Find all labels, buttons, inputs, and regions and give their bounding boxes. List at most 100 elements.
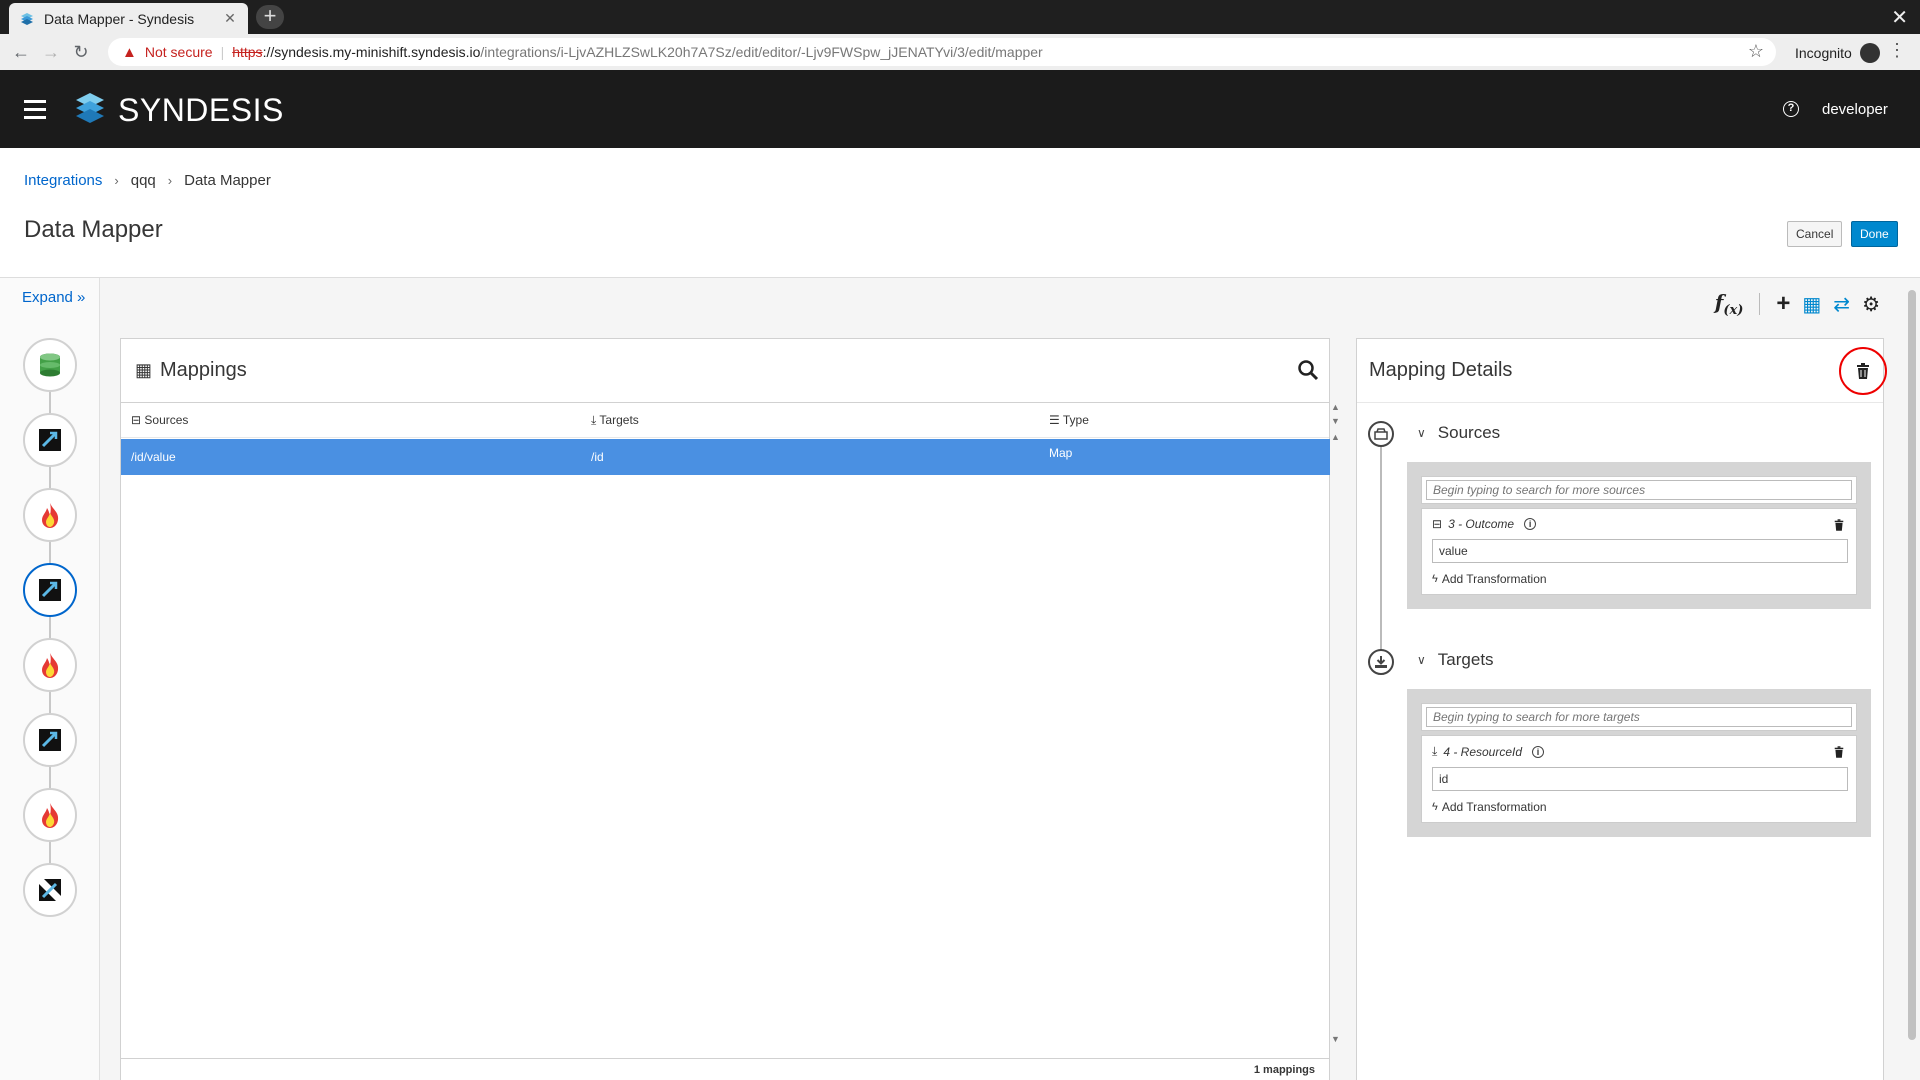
forward-icon[interactable]: →	[36, 42, 66, 63]
trash-icon[interactable]	[1834, 746, 1844, 758]
target-field-label: 4 - ResourceId	[1443, 744, 1523, 759]
settings-gear-icon[interactable]: ⚙	[1862, 292, 1880, 317]
step-fhir-2[interactable]	[23, 638, 77, 692]
fire-icon	[42, 653, 59, 678]
scroll-up-icon[interactable]: ▲	[1331, 402, 1340, 412]
done-button[interactable]: Done	[1851, 221, 1898, 247]
info-icon[interactable]: i	[1524, 518, 1537, 530]
source-field-name: ⊟ 3 - Outcome i	[1432, 517, 1846, 531]
breadcrumb-chevron-icon: ›	[167, 173, 173, 188]
user-menu[interactable]: developer	[1822, 101, 1888, 118]
hamburger-menu-icon[interactable]	[24, 100, 46, 124]
app-header: SYNDESIS ? developer	[0, 70, 1920, 148]
add-mapping-icon[interactable]: +	[1776, 290, 1790, 318]
add-transformation-link[interactable]: ϟ Add Transformation	[1432, 572, 1846, 586]
bookmark-star-icon[interactable]: ☆	[1748, 41, 1764, 62]
mappings-count: 1 mappings	[121, 1058, 1329, 1080]
mappings-table: ⊟ Sources ⤓ Targets ☰ Type /id/value /id…	[121, 402, 1330, 475]
targets-search-input[interactable]	[1426, 707, 1852, 727]
step-data-mapper-2[interactable]	[23, 713, 77, 767]
target-field-value[interactable]: id	[1432, 767, 1848, 791]
column-targets[interactable]: ⤓ Targets	[591, 413, 639, 428]
mapping-details-panel: Mapping Details ∨ Sources ⊟	[1356, 338, 1887, 1080]
info-icon[interactable]: i	[1532, 745, 1545, 758]
window-close-icon[interactable]: ✕	[1891, 5, 1908, 30]
step-data-mapper-end[interactable]	[23, 863, 77, 917]
step-data-mapper-current[interactable]	[23, 563, 77, 617]
targets-section-label: Targets	[1437, 650, 1494, 669]
url-divider: |	[220, 44, 225, 60]
sources-section-header[interactable]: ∨ Sources	[1417, 423, 1500, 443]
expand-label: Expand	[22, 289, 73, 306]
tab-title: Data Mapper - Syndesis	[44, 10, 195, 27]
url-bar[interactable]: ▲ Not secure | https ://syndesis.my-mini…	[108, 38, 1776, 66]
table-grid-icon: ▦	[135, 360, 153, 380]
back-icon[interactable]: ←	[6, 42, 36, 63]
integration-steps-rail: Expand »	[0, 278, 100, 1080]
column-targets-label: Targets	[599, 413, 639, 427]
url-host: ://syndesis.my-minishift.syndesis.io	[262, 44, 481, 60]
bolt-icon: ϟ	[1432, 801, 1438, 813]
source-field-label: 3 - Outcome	[1448, 517, 1515, 531]
column-sources-label: Sources	[144, 413, 189, 427]
add-transformation-link[interactable]: ϟ Add Transformation	[1432, 800, 1846, 814]
source-field-icon: ⊟	[1432, 517, 1443, 531]
sources-col-icon: ⊟	[131, 413, 145, 427]
table-view-icon[interactable]: ▦	[1802, 292, 1821, 317]
browser-menu-icon[interactable]: ⋮	[1888, 40, 1906, 61]
trash-icon[interactable]	[1834, 519, 1844, 531]
details-timeline	[1380, 431, 1382, 661]
chevron-down-icon: ∨	[1417, 653, 1426, 667]
syndesis-favicon-icon	[21, 12, 33, 25]
bolt-icon: ϟ	[1432, 573, 1438, 585]
tab-close-icon[interactable]: ✕	[222, 10, 238, 27]
breadcrumb-integrations[interactable]: Integrations	[24, 172, 102, 189]
page-scrollbar[interactable]	[1906, 280, 1916, 1080]
targets-node-icon	[1368, 649, 1394, 675]
breadcrumb-current: Data Mapper	[184, 172, 271, 189]
mappings-table-header: ⊟ Sources ⤓ Targets ☰ Type	[121, 403, 1329, 438]
browser-tab[interactable]: Data Mapper - Syndesis ✕	[9, 3, 248, 34]
expand-button[interactable]: Expand »	[22, 289, 85, 306]
targets-search-wrapper	[1421, 703, 1857, 731]
table-row[interactable]: /id/value /id Map	[121, 439, 1330, 475]
source-field-value[interactable]: value	[1432, 539, 1848, 563]
scroll-down-icon[interactable]: ▼	[1331, 416, 1340, 426]
chevron-down-icon: ∨	[1417, 426, 1426, 440]
double-chevron-right-icon: »	[77, 289, 86, 306]
cancel-button[interactable]: Cancel	[1787, 221, 1843, 247]
toolbar-divider	[1759, 293, 1761, 315]
search-icon[interactable]	[1297, 359, 1319, 381]
column-sources[interactable]: ⊟ Sources	[131, 413, 188, 427]
data-mapper-icon	[39, 429, 61, 451]
delete-mapping-button[interactable]	[1839, 347, 1887, 395]
swap-arrows-icon[interactable]: ⇄	[1833, 292, 1850, 317]
function-fx-icon[interactable]: f(x)	[1715, 290, 1744, 318]
targets-section-header[interactable]: ∨ Targets	[1417, 650, 1494, 670]
incognito-icon	[1859, 43, 1880, 63]
page-scrollbar-thumb[interactable]	[1908, 290, 1916, 1040]
sources-field-box: ⊟ 3 - Outcome i value ϟ Add Transformati…	[1407, 462, 1871, 609]
step-fhir-1[interactable]	[23, 488, 77, 542]
type-col-icon: ☰	[1049, 413, 1063, 427]
help-icon[interactable]: ?	[1783, 101, 1799, 117]
column-type[interactable]: ☰ Type	[1049, 413, 1089, 427]
target-field-icon: ⤓	[1432, 744, 1438, 758]
data-mapper-icon	[39, 729, 61, 751]
sources-search-input[interactable]	[1426, 480, 1852, 500]
column-type-label: Type	[1062, 413, 1089, 427]
step-fhir-3[interactable]	[23, 788, 77, 842]
breadcrumb-integration-name[interactable]: qqq	[131, 172, 156, 189]
step-data-mapper-1[interactable]	[23, 413, 77, 467]
targets-field-box: ⤓ 4 - ResourceId i id ϟ Add Transformati…	[1407, 689, 1871, 837]
fire-icon	[42, 803, 59, 828]
mappings-title-label: Mappings	[160, 359, 247, 381]
new-tab-icon[interactable]: +	[256, 5, 284, 29]
mappings-scrollbar[interactable]: ▲ ▼ ▲ ▼	[1331, 402, 1343, 1049]
step-database[interactable]	[23, 338, 77, 392]
brand-name: SYNDESIS	[118, 92, 284, 128]
sources-node-icon	[1368, 421, 1394, 447]
scroll-up-icon[interactable]: ▲	[1331, 432, 1340, 442]
reload-icon[interactable]: ↻	[66, 42, 96, 63]
scroll-down-icon[interactable]: ▼	[1331, 1034, 1340, 1044]
